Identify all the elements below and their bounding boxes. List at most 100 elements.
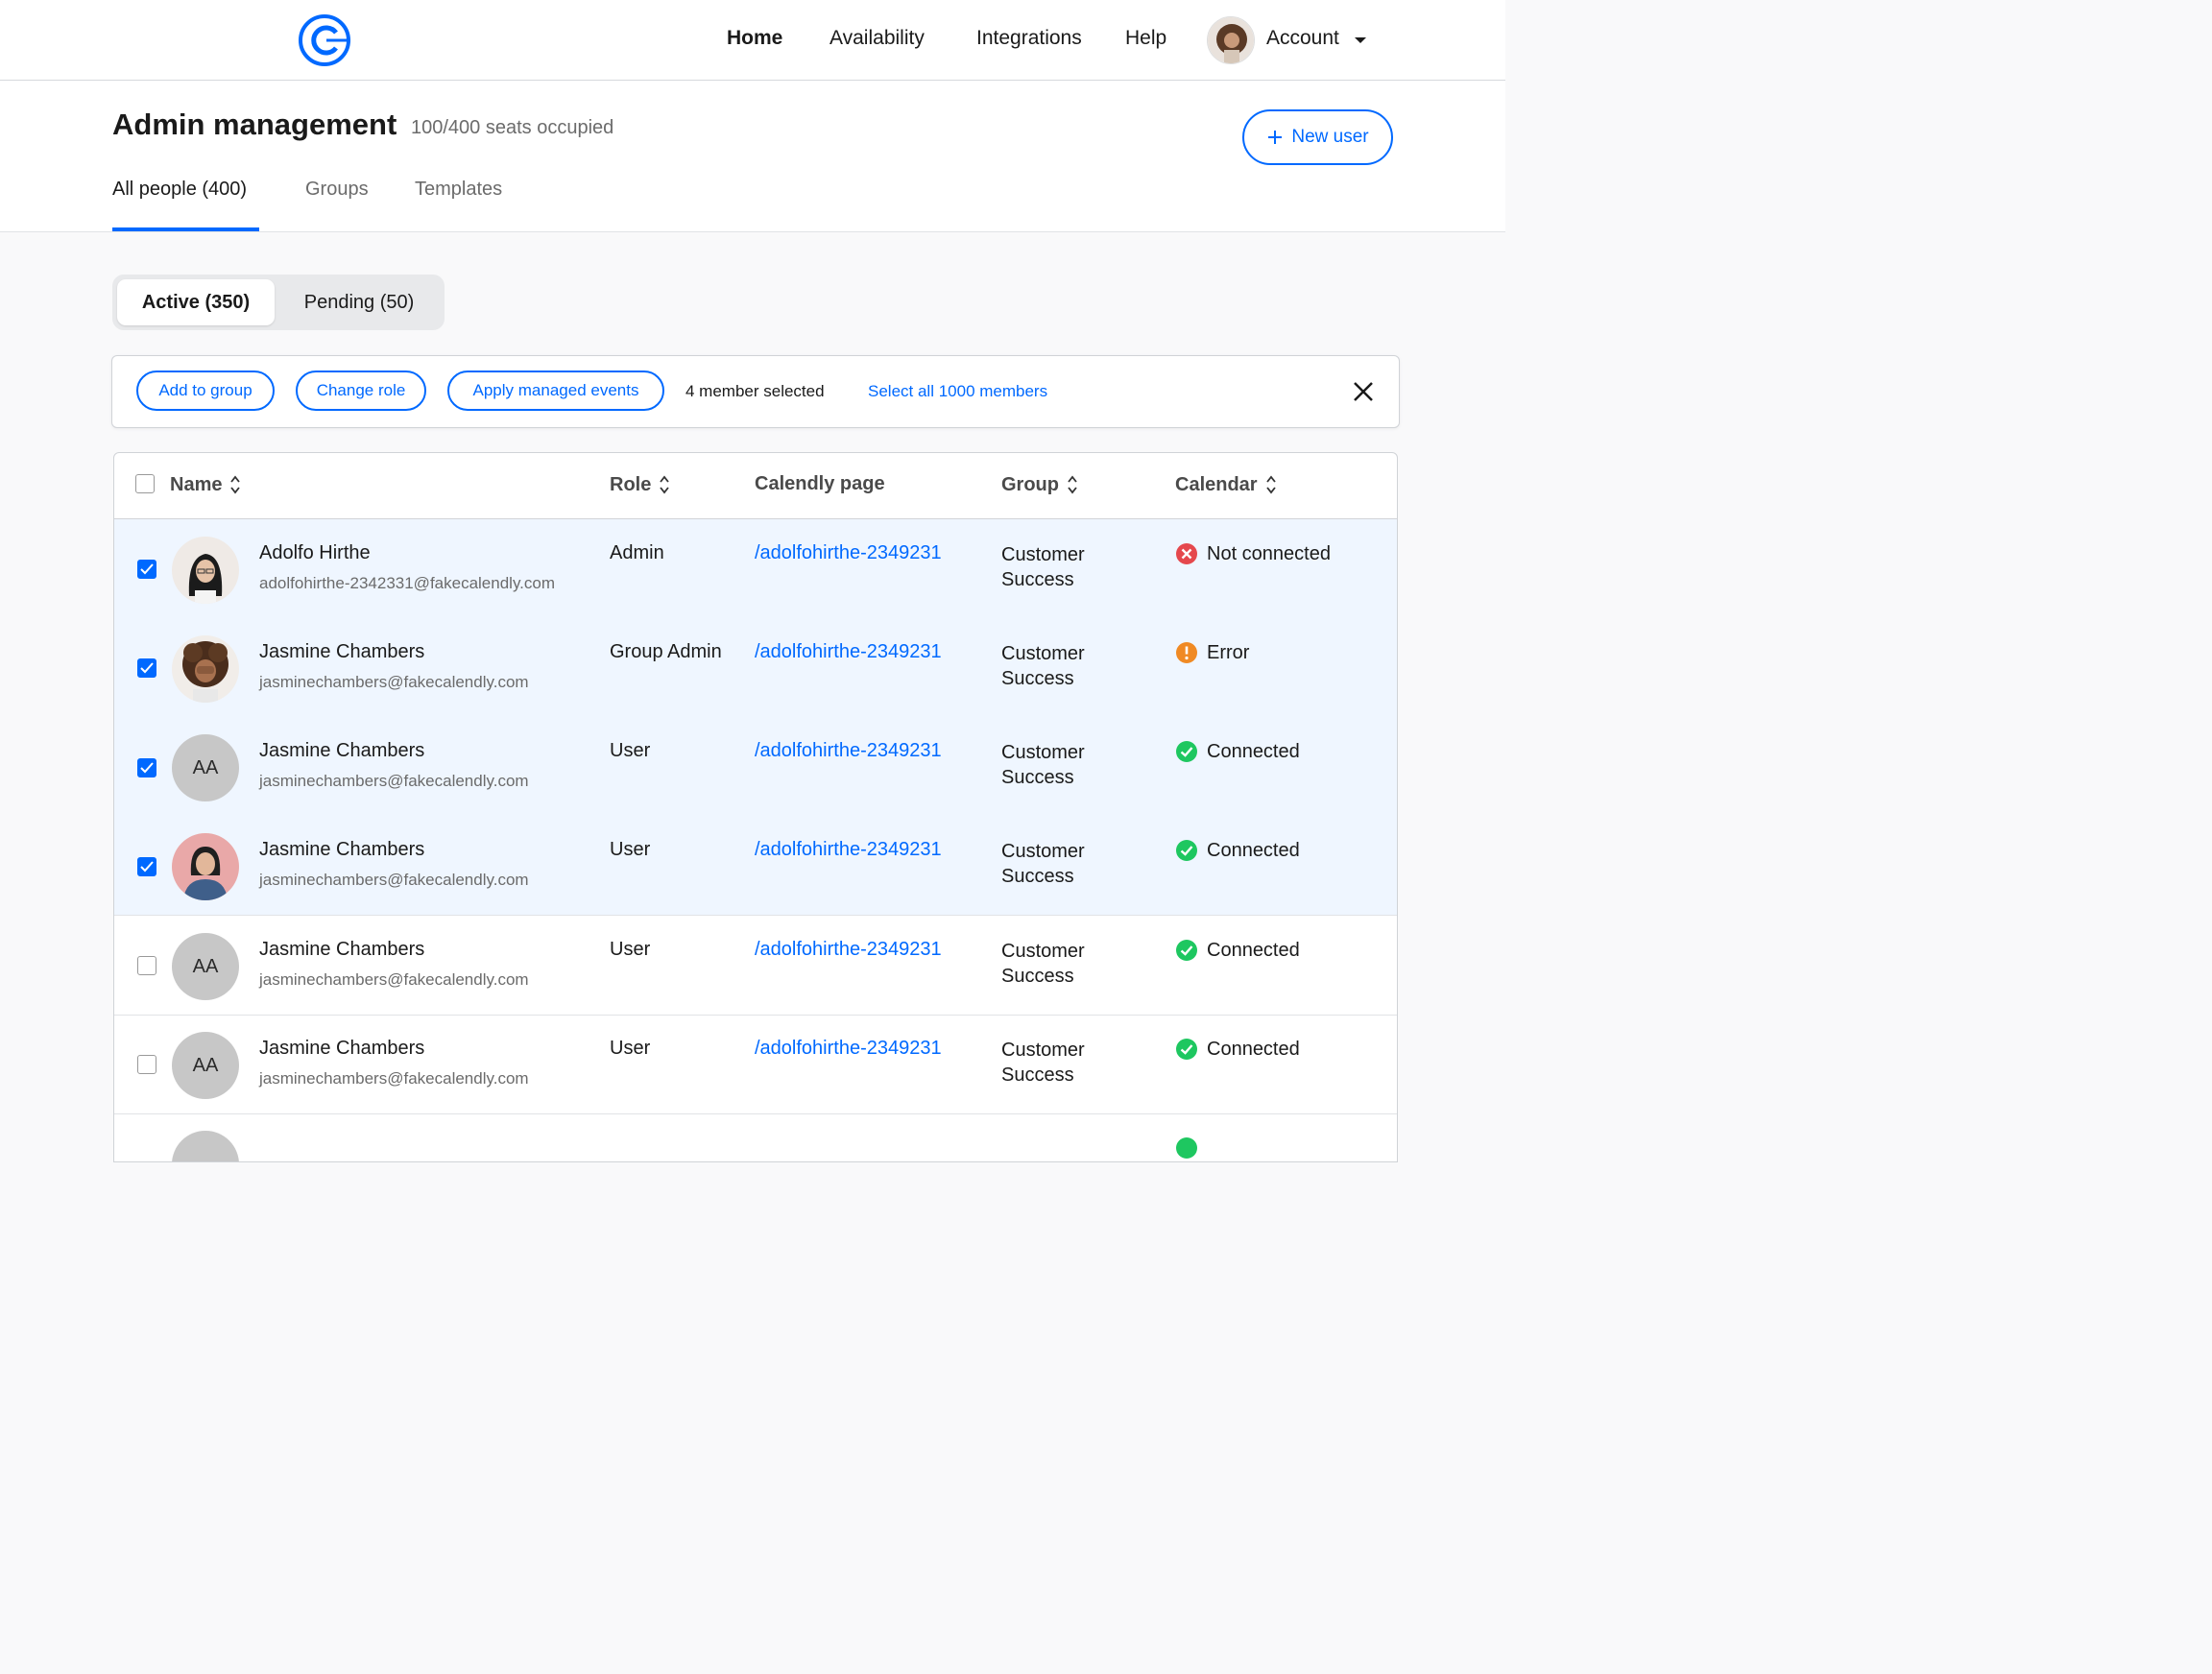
user-name: Jasmine Chambers xyxy=(259,740,425,761)
table-row[interactable]: Jasmine Chambers jasminechambers@fakecal… xyxy=(114,816,1397,916)
avatar xyxy=(172,1131,239,1161)
account-menu[interactable]: Account xyxy=(1266,27,1339,50)
user-email: adolfohirthe-2342331@fakecalendly.com xyxy=(259,574,556,592)
table-row[interactable]: AA Jasmine Chambers jasminechambers@fake… xyxy=(114,916,1397,1016)
row-checkbox[interactable] xyxy=(137,560,156,579)
avatar: AA xyxy=(172,1032,239,1099)
user-name: Jasmine Chambers xyxy=(259,939,425,960)
calendly-logo-icon[interactable] xyxy=(298,13,353,67)
column-calendar-label: Calendar xyxy=(1175,473,1258,495)
change-role-button[interactable]: Change role xyxy=(296,371,426,411)
sort-icon xyxy=(660,475,670,494)
active-tab-indicator xyxy=(112,227,259,231)
table-row[interactable]: Adolfo Hirthe adolfohirthe-2342331@fakec… xyxy=(114,519,1397,619)
nav-home[interactable]: Home xyxy=(727,27,782,50)
account-avatar[interactable] xyxy=(1207,16,1255,64)
people-table: Name Role Calendly page Group Calendar A… xyxy=(113,452,1398,1162)
segment-pending[interactable]: Pending (50) xyxy=(279,279,439,325)
check-circle-icon xyxy=(1176,940,1197,961)
group-line: Success xyxy=(1001,1064,1074,1086)
group-line: Customer xyxy=(1001,742,1085,763)
calendly-page-link[interactable]: /adolfohirthe-2349231 xyxy=(755,1038,942,1060)
error-circle-icon xyxy=(1176,543,1197,564)
chevron-down-icon[interactable] xyxy=(1355,37,1366,43)
row-checkbox[interactable] xyxy=(137,758,156,777)
avatar xyxy=(172,833,239,900)
user-name: Adolfo Hirthe xyxy=(259,542,371,563)
user-role: User xyxy=(610,939,651,960)
close-icon[interactable] xyxy=(1351,379,1376,404)
user-group: Customer Success xyxy=(1001,641,1117,691)
row-checkbox[interactable] xyxy=(137,956,156,975)
calendly-page-link[interactable]: /adolfohirthe-2349231 xyxy=(755,839,942,861)
column-role[interactable]: Role xyxy=(610,473,670,496)
group-line: Success xyxy=(1001,767,1074,788)
top-navigation: Home Availability Integrations Help Acco… xyxy=(0,0,1505,81)
calendly-page-link[interactable]: /adolfohirthe-2349231 xyxy=(755,542,942,564)
avatar xyxy=(172,635,239,703)
check-circle-icon xyxy=(1176,1039,1197,1060)
user-name: Jasmine Chambers xyxy=(259,641,425,662)
user-name: Jasmine Chambers xyxy=(259,1038,425,1059)
select-all-checkbox[interactable] xyxy=(135,474,155,493)
sort-icon xyxy=(1068,475,1077,494)
nav-availability[interactable]: Availability xyxy=(830,27,925,50)
check-circle-icon xyxy=(1176,741,1197,762)
select-all-link[interactable]: Select all 1000 members xyxy=(868,382,1047,401)
group-line: Success xyxy=(1001,866,1074,887)
group-line: Success xyxy=(1001,569,1074,590)
check-circle-icon xyxy=(1176,840,1197,861)
user-role: Admin xyxy=(610,542,664,563)
column-role-label: Role xyxy=(610,473,652,495)
column-calendar[interactable]: Calendar xyxy=(1175,473,1277,496)
plus-icon xyxy=(1268,131,1283,144)
group-line: Customer xyxy=(1001,643,1085,664)
table-row[interactable]: AA Jasmine Chambers jasminechambers@fake… xyxy=(114,717,1397,817)
new-user-button[interactable]: New user xyxy=(1242,109,1393,165)
seats-occupied: 100/400 seats occupied xyxy=(411,117,614,138)
calendar-status xyxy=(1175,1136,1198,1160)
user-email: jasminechambers@fakecalendly.com xyxy=(259,970,529,989)
column-name-label: Name xyxy=(170,473,223,495)
segment-active[interactable]: Active (350) xyxy=(117,279,275,325)
row-checkbox[interactable] xyxy=(137,857,156,876)
row-checkbox[interactable] xyxy=(137,1055,156,1074)
tab-groups[interactable]: Groups xyxy=(305,179,369,201)
column-name[interactable]: Name xyxy=(170,473,241,496)
table-row[interactable]: AA Jasmine Chambers jasminechambers@fake… xyxy=(114,1015,1397,1114)
user-group: Customer Success xyxy=(1001,939,1117,989)
status-segmented-control: Active (350) Pending (50) xyxy=(112,275,445,330)
nav-help[interactable]: Help xyxy=(1125,27,1166,50)
calendar-status: Connected xyxy=(1175,839,1300,862)
user-group: Customer Success xyxy=(1001,1038,1117,1088)
nav-integrations[interactable]: Integrations xyxy=(976,27,1082,50)
group-line: Success xyxy=(1001,668,1074,689)
calendar-status: Connected xyxy=(1175,1038,1300,1061)
calendar-status-label: Error xyxy=(1207,641,1250,663)
tab-all-people[interactable]: All people (400) xyxy=(112,179,247,201)
selected-count: 4 member selected xyxy=(685,382,825,400)
calendar-status-label: Not connected xyxy=(1207,542,1331,564)
calendar-status-label: Connected xyxy=(1207,939,1300,961)
column-group[interactable]: Group xyxy=(1001,473,1078,496)
apply-managed-events-button[interactable]: Apply managed events xyxy=(447,371,664,411)
tab-templates[interactable]: Templates xyxy=(415,179,502,201)
user-role: Group Admin xyxy=(610,641,722,662)
add-to-group-button[interactable]: Add to group xyxy=(136,371,275,411)
group-line: Success xyxy=(1001,966,1074,987)
group-line: Customer xyxy=(1001,544,1085,565)
column-calendly-page-label: Calendly page xyxy=(755,473,885,494)
group-line: Customer xyxy=(1001,941,1085,962)
sort-icon xyxy=(230,475,241,494)
calendar-status-label: Connected xyxy=(1207,1038,1300,1060)
calendar-status: Not connected xyxy=(1175,542,1331,565)
user-email: jasminechambers@fakecalendly.com xyxy=(259,772,529,790)
table-row[interactable]: Jasmine Chambers jasminechambers@fakecal… xyxy=(114,618,1397,718)
calendly-page-link[interactable]: /adolfohirthe-2349231 xyxy=(755,939,942,961)
sort-icon xyxy=(1265,475,1276,494)
table-header: Name Role Calendly page Group Calendar xyxy=(114,453,1397,519)
calendly-page-link[interactable]: /adolfohirthe-2349231 xyxy=(755,740,942,762)
row-checkbox[interactable] xyxy=(137,658,156,678)
table-row[interactable] xyxy=(114,1113,1397,1161)
calendly-page-link[interactable]: /adolfohirthe-2349231 xyxy=(755,641,942,663)
